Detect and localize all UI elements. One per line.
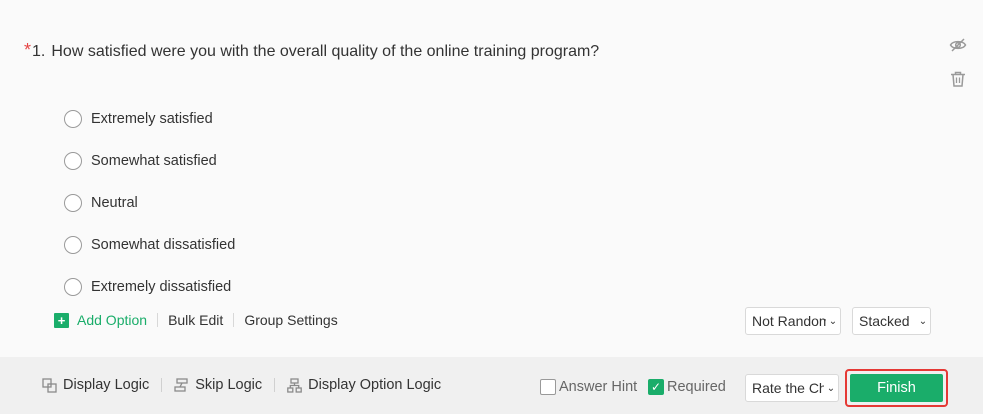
skip-logic-label: Skip Logic [195, 377, 263, 393]
radio-button[interactable] [64, 152, 82, 170]
required-mark: * [24, 40, 32, 60]
divider [274, 378, 276, 392]
option-label: Extremely satisfied [91, 111, 213, 127]
divider [233, 313, 235, 327]
answer-hint-checkbox[interactable]: Answer Hint [540, 379, 637, 395]
trash-icon[interactable] [949, 70, 967, 88]
display-option-logic-label: Display Option Logic [308, 377, 442, 393]
layout-select[interactable]: Stacked ⌄ [852, 307, 931, 335]
option-label: Extremely dissatisfied [91, 279, 232, 295]
checkmark-icon[interactable]: ✓ [648, 379, 664, 395]
question-side-icons [949, 36, 969, 104]
bulk-edit-button[interactable]: Bulk Edit [168, 312, 223, 328]
option-label: Somewhat dissatisfied [91, 237, 236, 253]
chevron-down-icon: ⌄ [918, 315, 928, 327]
skip-logic-icon [174, 377, 188, 392]
layout-value: Stacked [859, 313, 910, 329]
chevron-down-icon: ⌄ [826, 382, 836, 394]
option-label: Somewhat satisfied [91, 153, 217, 169]
logic-links: Display Logic Skip Logic Display Option … [42, 377, 441, 393]
eye-slash-icon[interactable] [949, 36, 967, 54]
question-card: * 1. How satisfied were you with the ove… [0, 0, 983, 357]
chevron-down-icon: ⌄ [828, 315, 838, 327]
option-logic-icon [287, 377, 303, 393]
checkbox-unchecked[interactable] [540, 379, 556, 395]
required-checkbox[interactable]: ✓ Required [648, 379, 726, 395]
answer-hint-label: Answer Hint [559, 379, 638, 395]
display-logic-button[interactable]: Display Logic [42, 377, 149, 393]
radio-button[interactable] [64, 110, 82, 128]
option-label: Neutral [91, 195, 138, 211]
finish-button[interactable]: Finish [850, 374, 943, 402]
option-extremely-dissatisfied[interactable]: Extremely dissatisfied [64, 266, 235, 308]
group-settings-button[interactable]: Group Settings [244, 312, 337, 328]
option-neutral[interactable]: Neutral [64, 182, 235, 224]
finish-highlight: Finish [845, 369, 948, 407]
radio-button[interactable] [64, 194, 82, 212]
question-title: * 1. How satisfied were you with the ove… [24, 40, 599, 61]
plus-icon: + [54, 312, 69, 328]
display-logic-label: Display Logic [63, 377, 150, 393]
radio-button[interactable] [64, 236, 82, 254]
add-option-button[interactable]: + Add Option [54, 312, 147, 328]
divider [157, 313, 159, 327]
radio-button[interactable] [64, 278, 82, 296]
randomization-select[interactable]: Not Random ⌄ [745, 307, 841, 335]
rate-value: Rate the Ch [752, 380, 824, 396]
option-extremely-satisfied[interactable]: Extremely satisfied [64, 98, 235, 140]
display-logic-icon [42, 377, 57, 393]
answer-options: Extremely satisfied Somewhat satisfied N… [64, 98, 235, 308]
skip-logic-button[interactable]: Skip Logic [174, 377, 262, 393]
question-number: 1. [32, 43, 46, 60]
option-somewhat-dissatisfied[interactable]: Somewhat dissatisfied [64, 224, 235, 266]
option-somewhat-satisfied[interactable]: Somewhat satisfied [64, 140, 235, 182]
add-option-label: Add Option [77, 312, 148, 328]
required-label: Required [667, 379, 726, 395]
divider [161, 378, 163, 392]
display-option-logic-button[interactable]: Display Option Logic [287, 377, 441, 393]
rate-select[interactable]: Rate the Ch ⌄ [745, 374, 839, 402]
question-text: How satisfied were you with the overall … [51, 43, 600, 60]
option-actions: + Add Option Bulk Edit Group Settings [54, 312, 338, 328]
randomization-value: Not Random [752, 313, 826, 329]
